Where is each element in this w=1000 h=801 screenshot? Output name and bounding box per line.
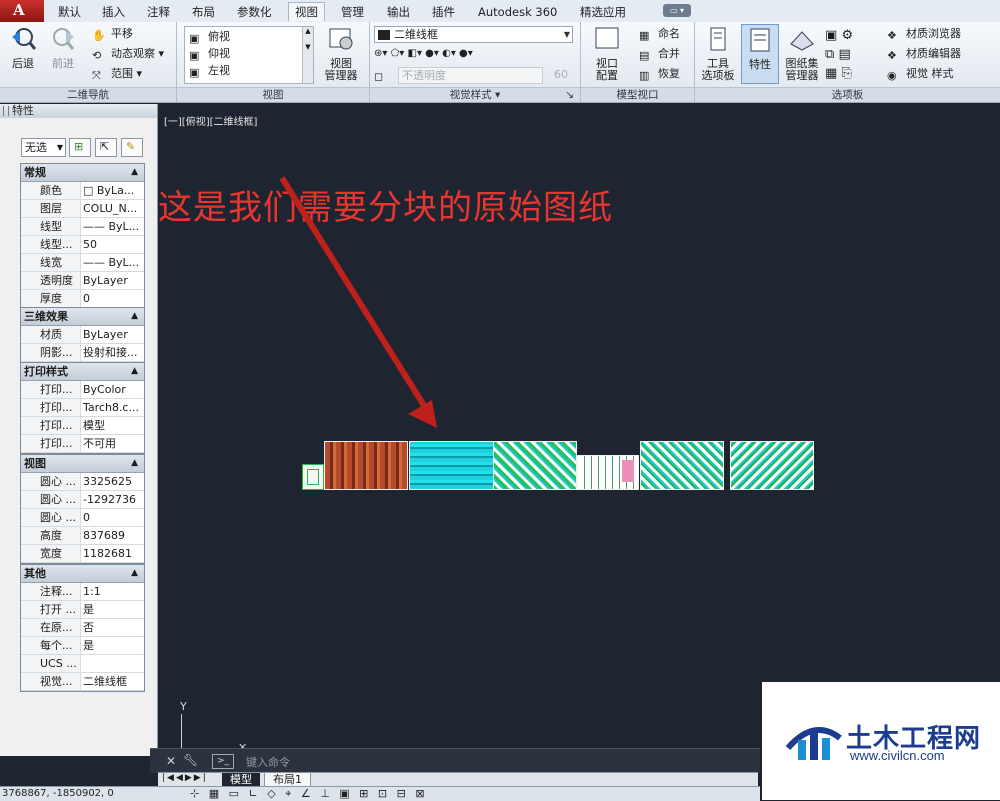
arrow-shaft: [279, 176, 431, 414]
tab-model[interactable]: 模型: [222, 773, 260, 787]
customize-icon[interactable]: 🔧︎: [183, 753, 198, 767]
close-icon[interactable]: ✕: [166, 754, 176, 768]
command-input[interactable]: 键入命令: [246, 754, 290, 770]
command-prompt-icon[interactable]: >_: [212, 754, 234, 769]
civilcn-logo-icon: [785, 727, 842, 760]
tab-nav-arrows-icon[interactable]: |◀◀▶▶|: [162, 773, 208, 783]
watermark: 土木工程网 www.civilcn.com: [762, 682, 1000, 800]
annotation-arrow: [279, 176, 437, 428]
layout-tabs: |◀◀▶▶| 模型 布局1: [158, 772, 758, 788]
watermark-url: www.civilcn.com: [850, 748, 945, 763]
coordinates-readout: 3768867, -1850902, 0: [2, 788, 114, 799]
command-line: ✕ 🔧︎ >_ 键入命令: [150, 748, 760, 773]
drafting-toggles[interactable]: ⊹ ▦ ▭ ∟ ◇ ⌖ ∠ ⊥ ▣ ⊞ ⊡ ⊟ ⊠: [190, 787, 428, 801]
status-bar: 3768867, -1850902, 0 ⊹ ▦ ▭ ∟ ◇ ⌖ ∠ ⊥ ▣ ⊞…: [0, 786, 760, 801]
